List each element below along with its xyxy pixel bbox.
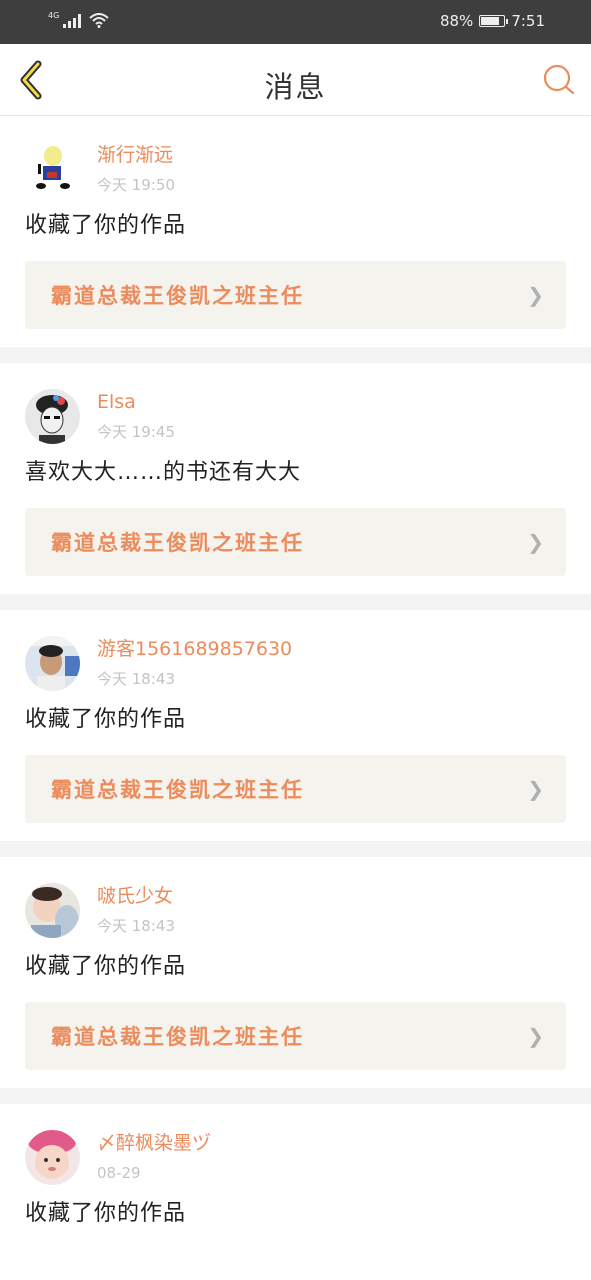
search-icon[interactable] — [541, 62, 577, 98]
book-title: 霸道总裁王俊凯之班主任 — [51, 778, 304, 802]
nav-bar: 消息 — [0, 44, 591, 116]
chevron-right-icon: ❯ — [527, 777, 544, 801]
timestamp: 今天 19:50 — [97, 176, 175, 194]
avatar[interactable] — [25, 389, 80, 444]
book-link[interactable]: 霸道总裁王俊凯之班主任 ❯ — [25, 508, 566, 576]
wifi-icon — [89, 13, 109, 28]
book-title: 霸道总裁王俊凯之班主任 — [51, 1025, 304, 1049]
username[interactable]: 〆醉枫染墨ヅ — [97, 1131, 211, 1155]
divider — [0, 841, 591, 857]
username[interactable]: 啵氏少女 — [97, 884, 175, 908]
username[interactable]: 游客1561689857630 — [97, 637, 292, 661]
timestamp: 今天 18:43 — [97, 670, 175, 688]
chevron-right-icon: ❯ — [527, 1024, 544, 1048]
message-item[interactable]: 〆醉枫染墨ヅ 08-29 收藏了你的作品 — [0, 1104, 591, 1229]
message-item[interactable]: 渐行渐远 今天 19:50 收藏了你的作品 霸道总裁王俊凯之班主任 ❯ — [0, 116, 591, 347]
message-text: 收藏了你的作品 — [25, 707, 187, 732]
book-title: 霸道总裁王俊凯之班主任 — [51, 284, 304, 308]
avatar[interactable] — [25, 142, 80, 197]
message-item[interactable]: 游客1561689857630 今天 18:43 收藏了你的作品 霸道总裁王俊凯… — [0, 610, 591, 841]
username[interactable]: 渐行渐远 — [97, 143, 175, 167]
status-left: 4G — [48, 12, 109, 28]
divider — [0, 347, 591, 363]
book-link[interactable]: 霸道总裁王俊凯之班主任 ❯ — [25, 261, 566, 329]
chevron-right-icon: ❯ — [527, 530, 544, 554]
username[interactable]: Elsa — [97, 390, 175, 414]
message-item[interactable]: 啵氏少女 今天 18:43 收藏了你的作品 霸道总裁王俊凯之班主任 ❯ — [0, 857, 591, 1088]
timestamp: 08-29 — [97, 1164, 141, 1182]
avatar[interactable] — [25, 1130, 80, 1185]
avatar[interactable] — [25, 883, 80, 938]
book-link[interactable]: 霸道总裁王俊凯之班主任 ❯ — [25, 755, 566, 823]
timestamp: 今天 18:43 — [97, 917, 175, 935]
battery-icon — [479, 15, 509, 27]
signal-icon — [63, 14, 82, 28]
status-right: 88% 7:51 — [440, 12, 545, 30]
page-title: 消息 — [264, 70, 327, 104]
message-text: 收藏了你的作品 — [25, 213, 187, 238]
battery-level — [481, 17, 500, 25]
divider — [0, 594, 591, 610]
clock: 7:51 — [511, 12, 545, 30]
message-text: 收藏了你的作品 — [25, 954, 187, 979]
status-bar: 4G 88% 7:51 — [0, 0, 591, 44]
chevron-right-icon: ❯ — [527, 283, 544, 307]
message-item[interactable]: Elsa 今天 19:45 喜欢大大……的书还有大大 霸道总裁王俊凯之班主任 ❯ — [0, 363, 591, 594]
avatar[interactable] — [25, 636, 80, 691]
book-link[interactable]: 霸道总裁王俊凯之班主任 ❯ — [25, 1002, 566, 1070]
message-text: 喜欢大大……的书还有大大 — [25, 460, 302, 485]
timestamp: 今天 19:45 — [97, 423, 175, 441]
book-title: 霸道总裁王俊凯之班主任 — [51, 531, 304, 555]
message-text: 收藏了你的作品 — [25, 1201, 187, 1226]
divider — [0, 1088, 591, 1104]
battery-percent: 88% — [439, 12, 474, 30]
network-type: 4G — [48, 11, 60, 20]
